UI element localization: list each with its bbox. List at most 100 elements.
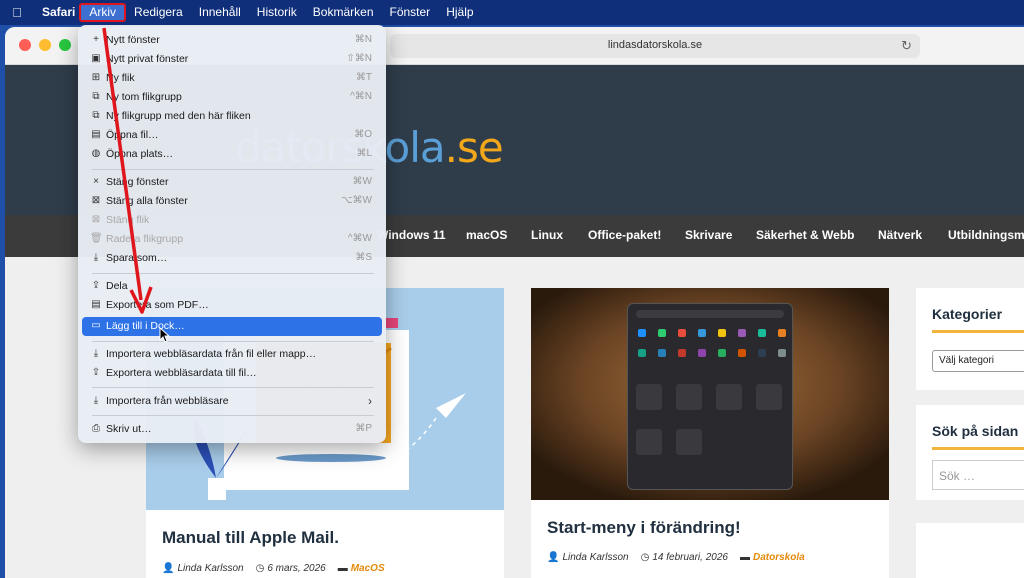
url-text: lindasdatorskola.se (607, 39, 703, 51)
chevron-right-icon: › (368, 394, 372, 408)
menu-item-delete-tab-group: 🗑 Radera flikgrupp ^⌘W (90, 233, 372, 245)
post-title[interactable]: Manual till Apple Mail. (162, 528, 339, 548)
apple-icon[interactable]:  (0, 5, 34, 20)
menu-item-new-empty-tab-group[interactable]: ⧉ Ny tom flikgrupp ^⌘N (82, 88, 382, 107)
trash-icon: 🗑 (90, 233, 103, 244)
menu-item-share[interactable]: ⇪ Dela (82, 277, 382, 296)
menu-item-print[interactable]: ⎙ Skriv ut… ⌘P (82, 420, 382, 439)
close-window-button[interactable] (19, 39, 31, 51)
close-all-icon: ⊠ (91, 195, 101, 206)
pdf-icon: ▤ (91, 299, 101, 310)
menu-hjalp[interactable]: Hjälp (438, 3, 481, 22)
folder-icon: ▬ (337, 563, 348, 574)
menu-arkiv[interactable]: Arkiv (79, 3, 127, 22)
menu-item-open-file[interactable]: ▤ Öppna fil… ⌘O (82, 126, 382, 145)
menu-item-close-tab: ⊠ Stäng flik (91, 214, 150, 226)
mouse-cursor-icon (159, 327, 171, 343)
post-card[interactable]: Start-meny i förändring! 👤 Linda Karlsson… (531, 288, 889, 578)
menu-separator (92, 169, 374, 170)
nav-linux[interactable]: Linux (531, 228, 563, 242)
close-icon: × (93, 176, 99, 187)
minimize-window-button[interactable] (39, 39, 51, 51)
dock-icon: ▭ (91, 320, 101, 331)
folder-icon: ▬ (739, 552, 750, 563)
nav-windows11[interactable]: Windows 11 (377, 228, 446, 242)
menu-item-export-pdf[interactable]: ▤ Exportera som PDF… (82, 296, 382, 315)
menu-item-new-window[interactable]: + Nytt fönster ⌘N (82, 31, 382, 50)
menu-item-save-as[interactable]: ⤓ Spara som… ⌘S (82, 249, 382, 268)
start-menu-mock (627, 303, 793, 490)
menu-innehall[interactable]: Innehåll (191, 3, 249, 22)
export-icon: ⇪ (91, 367, 101, 378)
nav-skrivare[interactable]: Skrivare (685, 228, 732, 242)
printer-icon: ⎙ (92, 423, 100, 434)
categories-title: Kategorier (932, 306, 1003, 322)
menu-item-close-window[interactable]: × Stäng fönster ⌘W (82, 173, 382, 192)
post-meta: 👤 Linda Karlsson ◷ 6 mars, 2026 ▬ MacOS (162, 563, 385, 574)
tab-group-icon: ⧉ (92, 110, 100, 121)
categories-widget: Kategorier Välj kategori (916, 288, 1024, 390)
nav-macos[interactable]: macOS (466, 228, 507, 242)
menu-separator (92, 415, 374, 416)
menu-item-import-browser-data-file[interactable]: ⤓ Importera webbläsardata från fil eller … (82, 345, 382, 364)
document-icon: ▤ (91, 129, 101, 140)
post-meta: 👤 Linda Karlsson ◷ 14 februari, 2026 ▬ Dato… (547, 552, 805, 563)
menu-item-close-all-windows[interactable]: ⊠ Stäng alla fönster ⌥⌘W (82, 192, 382, 211)
menu-item-import-from-browser[interactable]: ⤓ Importera från webbläsare › (82, 392, 382, 411)
close-tab-icon: ⊠ (91, 214, 101, 225)
share-icon: ⇪ (91, 280, 101, 291)
menu-app-safari[interactable]: Safari (34, 3, 79, 22)
post-image[interactable] (531, 288, 889, 500)
nav-natverk[interactable]: Nätverk (878, 228, 922, 242)
address-bar[interactable]: lindasdatorskola.se ↻ (390, 34, 920, 58)
reload-icon[interactable]: ↻ (901, 38, 912, 54)
menu-item-new-tab[interactable]: ⊞ Ny flik ⌘T (82, 69, 382, 88)
logo-tld-text: .se (444, 123, 504, 172)
zoom-window-button[interactable] (59, 39, 71, 51)
menu-separator (92, 341, 374, 342)
category-select[interactable]: Välj kategori (932, 350, 1024, 372)
clock-icon: ◷ (255, 563, 265, 574)
search-title: Sök på sidan (932, 423, 1019, 439)
menu-separator (92, 273, 374, 274)
menu-item-export-browser-data[interactable]: ⇪ Exportera webbläsardata till fil… (82, 364, 382, 383)
nav-office[interactable]: Office-paket! (588, 228, 661, 242)
plus-icon: + (93, 34, 99, 45)
clock-icon: ◷ (640, 552, 650, 563)
file-menu-dropdown: + Nytt fönster ⌘N ▣ Nytt privat fönster ⇧⌘N … (78, 25, 386, 443)
post-author[interactable]: Linda Karlsson (562, 552, 628, 563)
tab-group-icon: ⧉ (92, 91, 100, 102)
sidebar-widget (916, 523, 1024, 578)
post-title[interactable]: Start-meny i förändring! (547, 518, 741, 538)
globe-icon: ◍ (91, 148, 101, 159)
post-category[interactable]: Datorskola (753, 552, 805, 563)
menu-bar:  Safari Arkiv Redigera Innehåll Histori… (0, 0, 1024, 25)
post-category[interactable]: MacOS (351, 563, 385, 574)
nav-utbildning[interactable]: Utbildningsma (948, 228, 1024, 242)
menu-item-new-private-window[interactable]: ▣ Nytt privat fönster ⇧⌘N (82, 50, 382, 69)
menu-bokmarken[interactable]: Bokmärken (305, 3, 382, 22)
private-window-icon: ▣ (91, 53, 101, 64)
menu-item-new-tab-group-with-tab[interactable]: ⧉ Ny flikgrupp med den här fliken (82, 107, 382, 126)
menu-historik[interactable]: Historik (249, 3, 305, 22)
menu-item-add-to-dock[interactable]: ▭ Lägg till i Dock… (82, 317, 382, 336)
import-icon: ⤓ (93, 348, 99, 359)
search-widget: Sök på sidan Sök … (916, 405, 1024, 500)
search-input[interactable]: Sök … (932, 460, 1024, 490)
post-date: 14 februari, 2026 (652, 552, 728, 563)
import-icon: ⤓ (93, 395, 99, 406)
menu-item-open-location[interactable]: ◍ Öppna plats… ⌘L (82, 145, 382, 164)
start-search-bar (636, 310, 784, 318)
menu-redigera[interactable]: Redigera (126, 3, 191, 22)
save-icon: ⤓ (93, 252, 99, 263)
post-date: 6 mars, 2026 (267, 563, 326, 574)
post-author[interactable]: Linda Karlsson (177, 563, 243, 574)
menu-fonster[interactable]: Fönster (382, 3, 439, 22)
author-icon: 👤 (547, 552, 560, 563)
new-tab-icon: ⊞ (91, 72, 101, 83)
menu-separator (92, 387, 374, 388)
author-icon: 👤 (162, 563, 175, 574)
nav-sakerhet[interactable]: Säkerhet & Webb (756, 228, 854, 242)
title-underline (932, 330, 1024, 333)
title-underline (932, 447, 1024, 450)
